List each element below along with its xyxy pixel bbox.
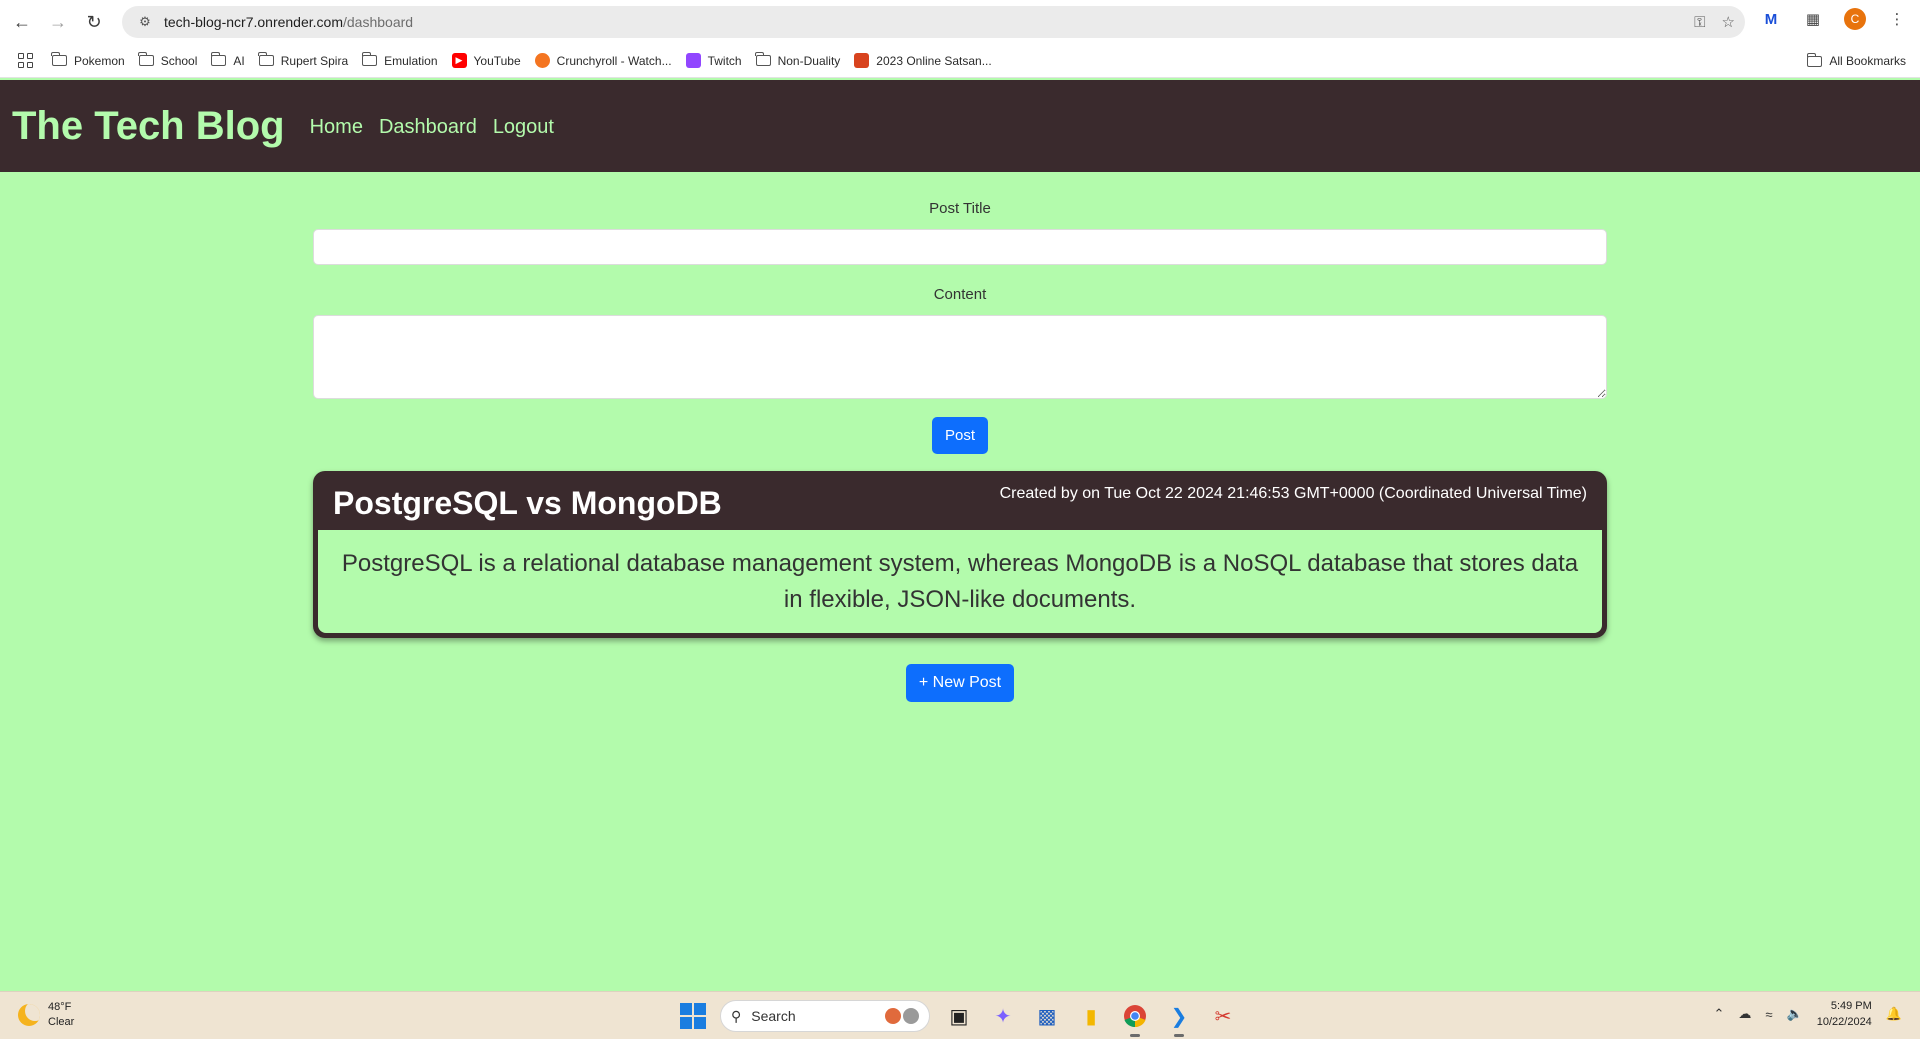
bookmark-pokemon[interactable]: Pokemon xyxy=(51,52,125,68)
all-bookmarks[interactable]: All Bookmarks xyxy=(1806,44,1906,78)
site-title[interactable]: The Tech Blog xyxy=(12,104,285,149)
bookmark-label: School xyxy=(160,53,198,68)
bookmark-label: Crunchyroll - Watch... xyxy=(556,53,672,68)
folder-icon xyxy=(1806,52,1823,67)
vscode-icon[interactable]: ❯ xyxy=(1164,1001,1194,1037)
folder-icon xyxy=(258,52,274,66)
clock-date: 10/22/2024 xyxy=(1816,1016,1872,1028)
password-key-icon[interactable]: ⚿ xyxy=(1694,14,1705,31)
chrome-icon[interactable] xyxy=(1120,1001,1150,1037)
speaker-icon[interactable]: 🔈 xyxy=(1787,1006,1803,1022)
notification-bell-icon[interactable]: 🔔 xyxy=(1886,1006,1902,1022)
bookmark-label: YouTube xyxy=(473,53,521,68)
content-textarea[interactable] xyxy=(313,315,1607,399)
post-button[interactable]: Post xyxy=(932,417,988,454)
copilot-icon[interactable]: ✦ xyxy=(988,1001,1018,1031)
file-explorer-icon[interactable]: ▮ xyxy=(1076,1001,1106,1031)
post-title-input[interactable] xyxy=(313,229,1607,265)
bookmark-crunchyroll[interactable]: Crunchyroll - Watch... xyxy=(534,53,672,68)
site-nav: Home Dashboard Logout xyxy=(310,116,554,139)
snipping-tool-icon[interactable]: ✂ xyxy=(1208,1001,1238,1031)
search-highlight-icon xyxy=(885,1008,919,1026)
bookmark-label: Pokemon xyxy=(74,53,125,68)
folder-icon xyxy=(754,52,771,66)
bookmark-emulation[interactable]: Emulation xyxy=(361,52,438,68)
menu-dots-icon[interactable]: ⋮ xyxy=(1886,8,1908,30)
weather-widget[interactable]: 48°F Clear xyxy=(18,1000,74,1030)
satsang-icon xyxy=(854,53,870,68)
url-text[interactable]: tech-blog-ncr7.onrender.com/dashboard xyxy=(164,14,413,30)
post-body: PostgreSQL is a relational database mana… xyxy=(318,530,1602,633)
all-bookmarks-label: All Bookmarks xyxy=(1829,54,1906,68)
twitch-icon xyxy=(685,53,701,68)
folder-icon xyxy=(51,52,67,66)
post-card[interactable]: PostgreSQL vs MongoDB Created by on Tue … xyxy=(313,471,1607,638)
store-icon[interactable]: ▩ xyxy=(1032,1001,1062,1031)
taskbar-search[interactable]: ⚲ Search xyxy=(720,1000,930,1032)
wifi-icon[interactable]: ≈ xyxy=(1765,1007,1772,1022)
clock[interactable]: 5:49 PM 10/22/2024 xyxy=(1817,998,1872,1030)
search-icon: ⚲ xyxy=(731,1007,742,1024)
bookmark-label: Twitch xyxy=(707,53,742,68)
chevron-up-icon[interactable]: ⌃ xyxy=(1714,1006,1725,1022)
reload-icon[interactable]: ↻ xyxy=(76,4,112,40)
youtube-icon: ▶ xyxy=(451,53,467,68)
back-icon[interactable]: ← xyxy=(4,4,40,40)
bookmark-label: Emulation xyxy=(384,53,438,68)
post-title-label: Post Title xyxy=(929,200,991,217)
nav-dashboard-link[interactable]: Dashboard xyxy=(379,116,477,139)
browser-toolbar: ← → ↻ ⚙ tech-blog-ncr7.onrender.com/dash… xyxy=(0,0,1920,44)
moon-icon xyxy=(18,1004,40,1026)
nav-logout-link[interactable]: Logout xyxy=(493,116,554,139)
bookmarks-bar: Pokemon School AI Rupert Spira Emulation… xyxy=(0,44,1920,78)
address-bar[interactable]: ⚙ tech-blog-ncr7.onrender.com/dashboard … xyxy=(122,6,1745,38)
crunchyroll-icon xyxy=(534,53,550,68)
bookmark-school[interactable]: School xyxy=(138,52,198,68)
nav-home-link[interactable]: Home xyxy=(310,116,363,139)
post-content: PostgreSQL is a relational database mana… xyxy=(341,549,1579,613)
task-view-icon[interactable]: ▣ xyxy=(944,1001,974,1031)
bookmark-label: 2023 Online Satsan... xyxy=(876,53,992,68)
clock-time: 5:49 PM xyxy=(1830,1000,1872,1012)
taskbar: 48°F Clear ⚲ Search ▣ ✦ ▩ ▮ ❯ ✂ ⌃ ☁ ≈ 🔈 … xyxy=(0,991,1920,1039)
bookmark-satsang[interactable]: 2023 Online Satsan... xyxy=(854,53,992,68)
post-card-header: PostgreSQL vs MongoDB Created by on Tue … xyxy=(313,471,1607,530)
weather-temperature: 48°F xyxy=(48,1001,72,1013)
bookmark-twitch[interactable]: Twitch xyxy=(685,53,742,68)
bookmark-youtube[interactable]: ▶ YouTube xyxy=(451,53,521,68)
bookmark-star-icon[interactable]: ☆ xyxy=(1722,13,1735,31)
bookmark-label: AI xyxy=(233,53,245,68)
weather-condition: Clear xyxy=(48,1016,75,1028)
system-tray: ⌃ ☁ ≈ 🔈 5:49 PM 10/22/2024 🔔 xyxy=(1714,998,1902,1030)
site-header: The Tech Blog Home Dashboard Logout xyxy=(0,80,1920,172)
post-meta: Created by on Tue Oct 22 2024 21:46:53 G… xyxy=(999,485,1587,502)
forward-icon[interactable]: → xyxy=(40,4,76,40)
bookmark-label: Rupert Spira xyxy=(280,53,349,68)
content-label: Content xyxy=(933,286,987,303)
folder-icon xyxy=(210,52,227,66)
extensions-puzzle-icon[interactable]: ▦ xyxy=(1802,8,1824,30)
apps-grid-icon[interactable] xyxy=(18,52,34,69)
folder-icon xyxy=(361,52,378,66)
bookmark-rupert-spira[interactable]: Rupert Spira xyxy=(258,52,349,68)
extension-m-icon[interactable]: M xyxy=(1760,8,1782,30)
url-path: /dashboard xyxy=(343,14,414,30)
new-post-button[interactable]: + New Post xyxy=(906,664,1014,702)
url-host: tech-blog-ncr7.onrender.com xyxy=(164,14,343,30)
site-info-icon[interactable]: ⚙ xyxy=(130,14,160,30)
profile-avatar[interactable]: C xyxy=(1844,8,1866,30)
bookmark-non-duality[interactable]: Non-Duality xyxy=(754,52,841,68)
post-title[interactable]: PostgreSQL vs MongoDB xyxy=(333,485,722,522)
taskbar-search-text: Search xyxy=(751,1008,796,1024)
windows-start-icon[interactable] xyxy=(680,1003,706,1029)
bookmark-label: Non-Duality xyxy=(777,53,841,68)
onedrive-icon[interactable]: ☁ xyxy=(1738,1006,1751,1022)
bookmark-ai[interactable]: AI xyxy=(210,52,245,68)
folder-icon xyxy=(138,52,154,66)
